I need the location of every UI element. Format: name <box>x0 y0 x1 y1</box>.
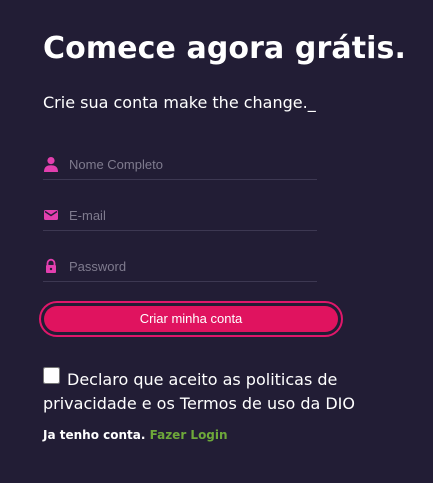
email-field <box>43 202 317 231</box>
page-title: Comece agora grátis. <box>43 31 407 66</box>
email-input[interactable] <box>69 202 309 228</box>
name-input[interactable] <box>69 151 309 177</box>
terms-label: Declaro que aceito as politicas de priva… <box>43 370 355 413</box>
login-prompt: Ja tenho conta. Fazer Login <box>43 427 228 443</box>
lock-icon <box>46 258 56 273</box>
password-input[interactable] <box>69 253 309 279</box>
user-icon <box>44 157 58 172</box>
submit-button-focus-ring: Criar minha conta <box>39 301 343 337</box>
mail-icon <box>44 210 58 220</box>
password-field <box>43 253 317 282</box>
login-link[interactable]: Fazer Login <box>150 428 228 442</box>
have-account-text: Ja tenho conta. <box>43 428 146 442</box>
create-account-button[interactable]: Criar minha conta <box>44 306 338 332</box>
name-field <box>43 151 317 180</box>
page-subtitle: Crie sua conta make the change._ <box>43 93 316 112</box>
